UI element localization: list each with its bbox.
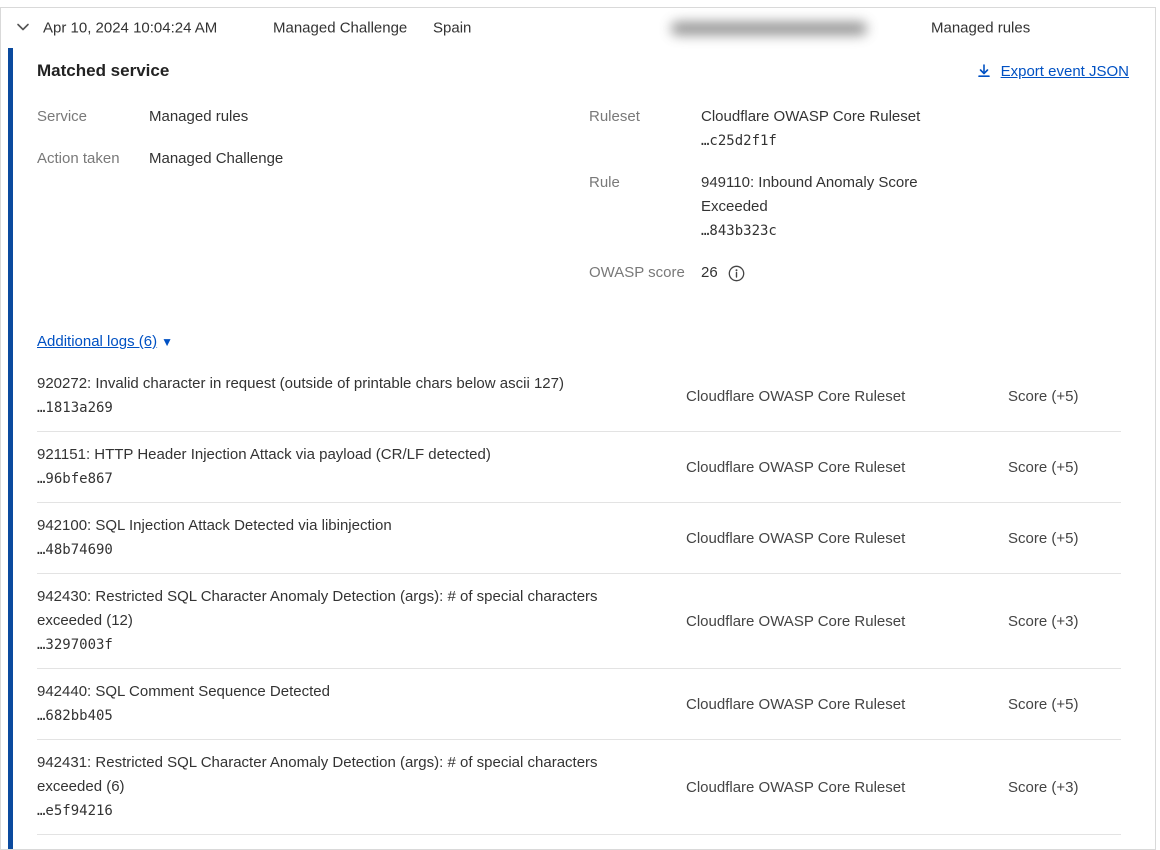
owasp-score-label: OWASP score [589, 261, 701, 285]
event-service: Managed rules [931, 20, 1030, 37]
download-icon [976, 63, 992, 79]
log-rule-description: 921151: HTTP Header Injection Attack via… [37, 443, 646, 467]
log-score: Score (+5) [1008, 443, 1121, 491]
owasp-score-value: 26 [701, 261, 718, 285]
additional-logs-link[interactable]: Additional logs (6) ▼ [37, 333, 173, 350]
service-value: Managed rules [149, 105, 248, 129]
panel-title: Matched service [37, 61, 169, 81]
log-ruleset: Cloudflare OWASP Core Ruleset [686, 585, 1008, 657]
log-rule-description: 942440: SQL Comment Sequence Detected [37, 680, 646, 704]
log-ruleset: Cloudflare OWASP Core Ruleset [686, 443, 1008, 491]
log-rule-description: 942430: Restricted SQL Character Anomaly… [37, 585, 646, 633]
service-label: Service [37, 105, 149, 129]
log-row: 942440: SQL Comment Sequence Detected …6… [37, 669, 1121, 740]
rule-hash: …843b323c [701, 219, 941, 243]
log-rule-hash: …e5f94216 [37, 799, 646, 823]
log-score: Score (+5) [1008, 680, 1121, 728]
event-detail-panel: Matched service Export event JSON Servic… [8, 48, 1155, 849]
log-score: Score (+5) [1008, 514, 1121, 562]
log-rule-hash: …682bb405 [37, 704, 646, 728]
log-rule-description: 942100: SQL Injection Attack Detected vi… [37, 514, 646, 538]
event-timestamp: Apr 10, 2024 10:04:24 AM [43, 20, 217, 37]
log-rule-hash: …48b74690 [37, 538, 646, 562]
log-ruleset: Cloudflare OWASP Core Ruleset [686, 514, 1008, 562]
log-row: 942431: Restricted SQL Character Anomaly… [37, 740, 1121, 835]
log-row: 920272: Invalid character in request (ou… [37, 361, 1121, 432]
log-ruleset: Cloudflare OWASP Core Ruleset [686, 680, 1008, 728]
log-row: 942100: SQL Injection Attack Detected vi… [37, 503, 1121, 574]
event-country: Spain [433, 20, 471, 37]
action-taken-label: Action taken [37, 147, 149, 171]
rule-label: Rule [589, 171, 701, 243]
log-score: Score (+3) [1008, 751, 1121, 823]
chevron-down-icon[interactable] [13, 18, 33, 38]
log-rule-hash: …1813a269 [37, 396, 646, 420]
log-ruleset: Cloudflare OWASP Core Ruleset [686, 751, 1008, 823]
ruleset-value: Cloudflare OWASP Core Ruleset [701, 105, 941, 129]
event-summary-row[interactable]: Apr 10, 2024 10:04:24 AM Managed Challen… [1, 8, 1155, 48]
info-icon[interactable] [728, 265, 745, 282]
log-row: 942430: Restricted SQL Character Anomaly… [37, 574, 1121, 669]
additional-logs-table: 920272: Invalid character in request (ou… [37, 361, 1121, 835]
matched-service-fields: Service Managed rules Action taken Manag… [37, 105, 1129, 303]
log-rule-hash: …96bfe867 [37, 467, 646, 491]
log-rule-description: 942431: Restricted SQL Character Anomaly… [37, 751, 646, 799]
export-link-label: Export event JSON [1001, 63, 1129, 80]
log-row: 921151: HTTP Header Injection Attack via… [37, 432, 1121, 503]
ruleset-hash: …c25d2f1f [701, 129, 941, 153]
rule-value: 949110: Inbound Anomaly Score Exceeded [701, 171, 941, 219]
caret-down-icon: ▼ [161, 335, 173, 349]
additional-logs-label: Additional logs (6) [37, 333, 157, 350]
log-rule-description: 920272: Invalid character in request (ou… [37, 372, 646, 396]
log-score: Score (+5) [1008, 372, 1121, 420]
firewall-event-card: Apr 10, 2024 10:04:24 AM Managed Challen… [0, 7, 1156, 849]
log-score: Score (+3) [1008, 585, 1121, 657]
log-rule-hash: …3297003f [37, 633, 646, 657]
export-event-json-link[interactable]: Export event JSON [976, 63, 1129, 80]
redacted-host-text [671, 22, 867, 35]
ruleset-label: Ruleset [589, 105, 701, 153]
event-action: Managed Challenge [273, 20, 407, 37]
log-ruleset: Cloudflare OWASP Core Ruleset [686, 372, 1008, 420]
action-taken-value: Managed Challenge [149, 147, 283, 171]
